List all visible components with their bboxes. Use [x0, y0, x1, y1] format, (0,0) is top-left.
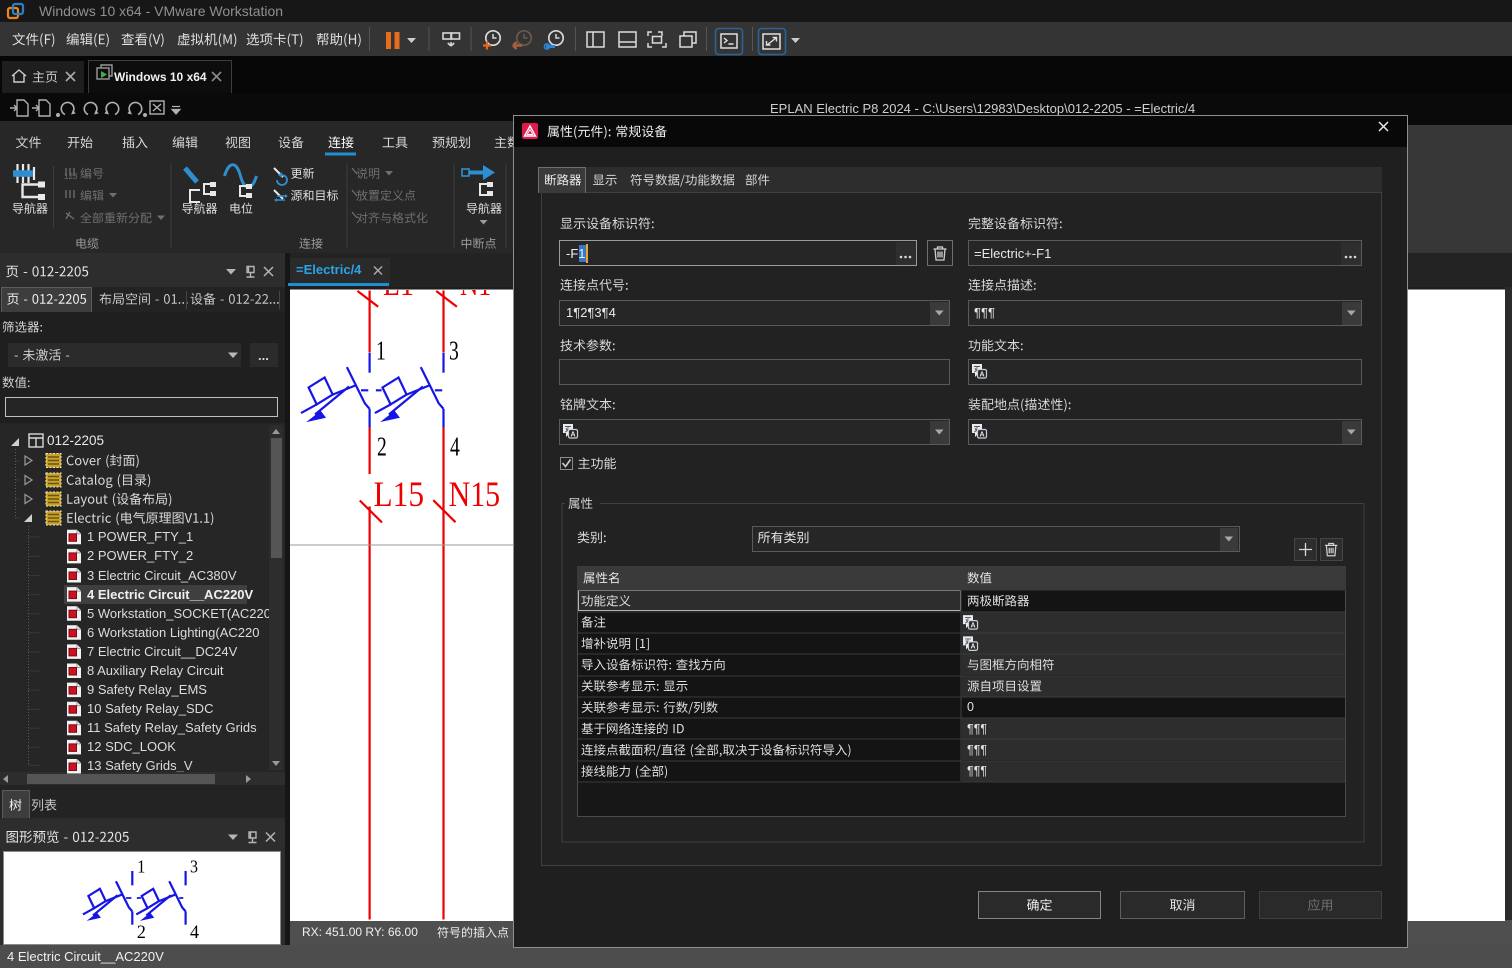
svg-text:L1: L1: [383, 290, 414, 303]
svg-text:1: 1: [376, 335, 386, 365]
svg-text:4: 4: [190, 923, 199, 943]
svg-text:N1: N1: [460, 290, 491, 303]
svg-text:2: 2: [137, 923, 146, 943]
svg-text:3: 3: [449, 335, 459, 365]
svg-text:L15: L15: [374, 474, 425, 514]
svg-text:3: 3: [190, 856, 198, 876]
svg-text:1: 1: [137, 856, 145, 876]
svg-text:2: 2: [377, 432, 387, 462]
svg-text:N15: N15: [449, 474, 501, 514]
svg-text:4: 4: [450, 432, 460, 462]
